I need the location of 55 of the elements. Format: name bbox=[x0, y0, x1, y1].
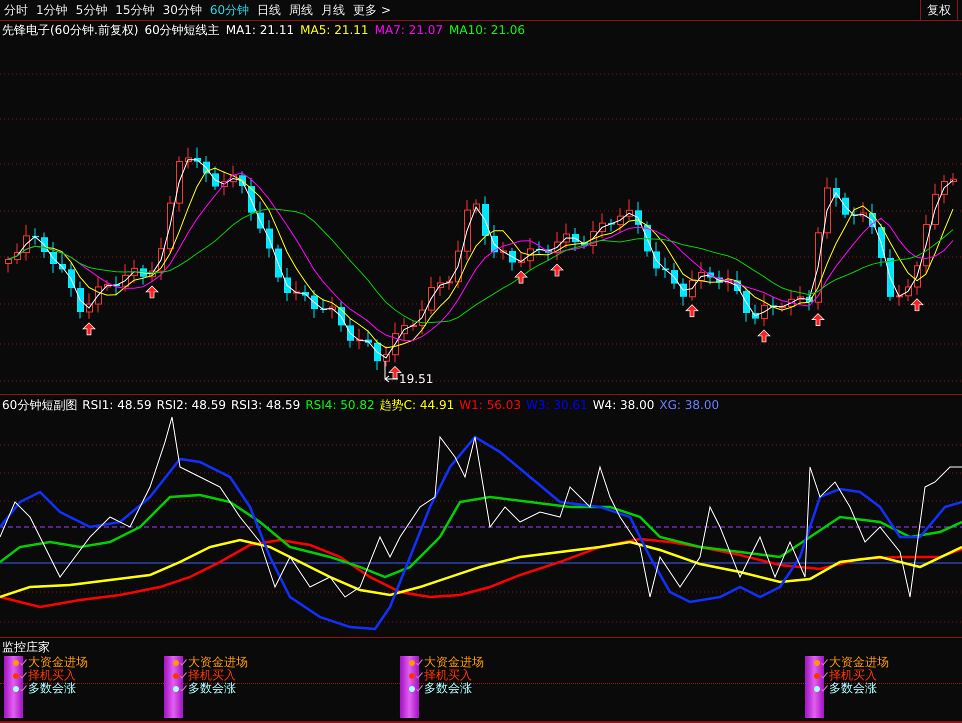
signal-bar bbox=[805, 656, 824, 718]
signal-bar bbox=[400, 656, 419, 718]
signal-label: 择机买入 bbox=[28, 669, 76, 682]
signal-label: 大资金进场 bbox=[28, 656, 88, 669]
signal-label: 多数会涨 bbox=[424, 682, 472, 695]
up-arrow-icon bbox=[514, 270, 528, 284]
up-arrow-icon bbox=[685, 304, 699, 318]
low-price-label: 19.51 bbox=[399, 372, 434, 386]
signal-label: 大资金进场 bbox=[424, 656, 484, 669]
indicator-value: RSI3: 48.59 bbox=[230, 398, 300, 412]
indicator-value: RSI4: 50.82 bbox=[305, 398, 375, 412]
sub-chart-title: 60分钟短副图 bbox=[2, 396, 78, 414]
up-arrow-icon bbox=[550, 264, 564, 276]
signal-label: 大资金进场 bbox=[829, 656, 889, 669]
up-arrow-icon bbox=[388, 366, 402, 379]
signal-label: 择机买入 bbox=[424, 669, 472, 682]
signal-label: 多数会涨 bbox=[188, 682, 236, 695]
indicator-value: RSI2: 48.59 bbox=[156, 398, 226, 412]
up-arrow-icon bbox=[82, 322, 96, 336]
panel-title: 监控庄家 bbox=[2, 639, 50, 656]
up-arrow-icon bbox=[145, 285, 159, 298]
leader-line bbox=[384, 360, 398, 382]
signal-label: 择机买入 bbox=[188, 669, 236, 682]
indicator-value: W4: 38.00 bbox=[592, 398, 654, 412]
period-tab[interactable]: 30分钟 bbox=[158, 0, 206, 20]
indicator-value: MA10: 21.06 bbox=[449, 23, 526, 37]
period-tab[interactable]: 1分钟 bbox=[32, 0, 72, 20]
indicator-value: XG: 38.00 bbox=[659, 398, 720, 412]
period-tab[interactable]: 更多 > bbox=[349, 0, 395, 20]
indicator-value: 趋势C: 44.91 bbox=[380, 396, 454, 414]
adjust-button[interactable]: 复权 bbox=[920, 0, 958, 20]
period-tab[interactable]: 15分钟 bbox=[111, 0, 159, 20]
indicator-value: W1: 56.03 bbox=[459, 398, 521, 412]
up-arrow-icon bbox=[757, 329, 771, 342]
stock-title: 先锋电子(60分钟.前复权) bbox=[2, 22, 138, 38]
period-tab[interactable]: 60分钟 bbox=[206, 0, 254, 20]
signal-label: 大资金进场 bbox=[188, 656, 248, 669]
indicator-value: MA1: 21.11 bbox=[226, 23, 294, 37]
period-tab[interactable]: 5分钟 bbox=[72, 0, 112, 20]
signal-label: 择机买入 bbox=[829, 669, 877, 682]
up-arrow-icon bbox=[811, 313, 825, 326]
period-tab[interactable]: 月线 bbox=[317, 0, 350, 20]
indicator-value: MA7: 21.07 bbox=[374, 23, 443, 37]
period-tab[interactable]: 周线 bbox=[285, 0, 318, 20]
signal-bar bbox=[4, 656, 23, 718]
indicator-value: MA5: 21.11 bbox=[300, 23, 369, 37]
indicator-value: RSI1: 48.59 bbox=[82, 398, 152, 412]
indicator-value: W3: 30.61 bbox=[526, 398, 588, 412]
signal-label: 多数会涨 bbox=[28, 682, 76, 695]
period-tab[interactable]: 日线 bbox=[253, 0, 286, 20]
signal-label: 多数会涨 bbox=[829, 682, 877, 695]
signal-bar bbox=[164, 656, 183, 718]
up-arrow-icon bbox=[910, 298, 924, 312]
indicator-name: 60分钟短线主 bbox=[144, 22, 220, 38]
period-tab[interactable]: 分时 bbox=[0, 0, 32, 20]
